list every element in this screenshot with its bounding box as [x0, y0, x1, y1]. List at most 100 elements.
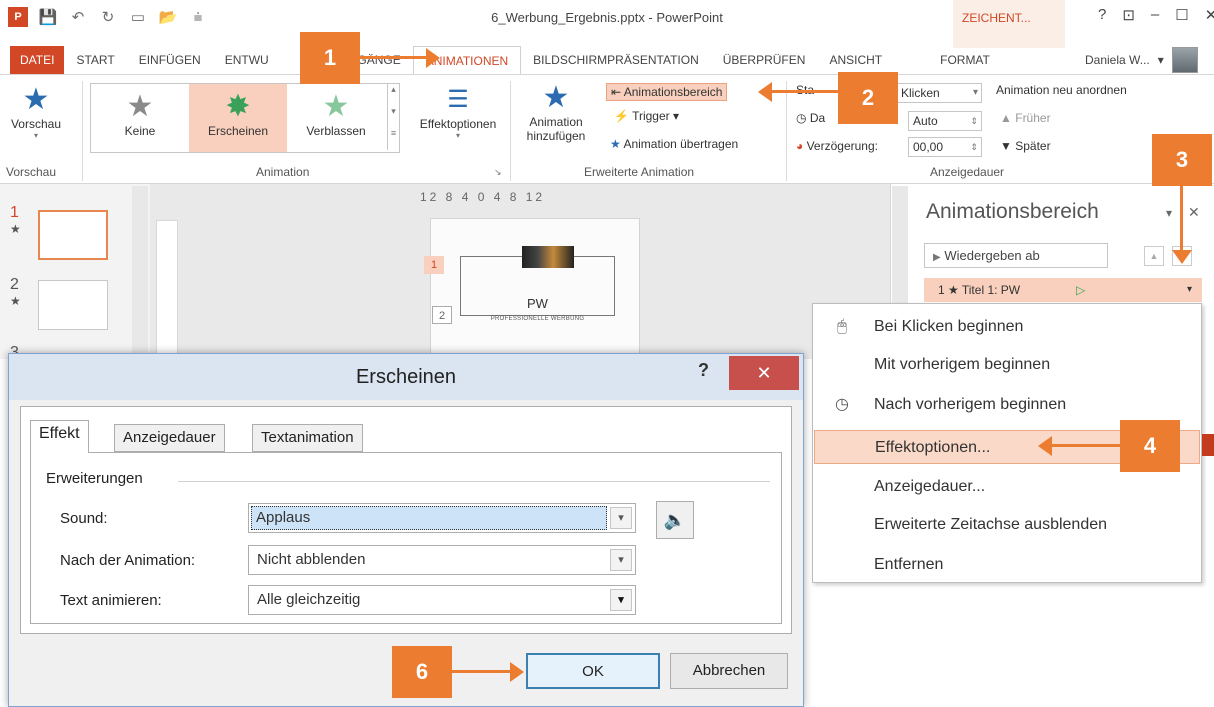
callout-arrow-2 [772, 90, 838, 93]
dialog-launcher-icon[interactable]: ↘ [494, 167, 502, 178]
play-icon: ▶ [933, 252, 941, 263]
slides-scrollbar[interactable] [132, 186, 148, 359]
tab-bildschirmpraesentation[interactable]: BILDSCHIRMPRÄSENTATION [521, 46, 711, 74]
horizontal-ruler: 12 8 4 0 4 8 12 [420, 190, 546, 204]
animation-list-item[interactable]: 1 ★ Titel 1: PW ▷ ▾ [924, 278, 1202, 302]
avatar [1171, 47, 1198, 73]
chevron-down-icon[interactable]: ▾ [610, 549, 632, 571]
dialog-help-button[interactable]: ? [698, 360, 709, 381]
menu-item-entfernen[interactable]: Entfernen [814, 548, 1200, 582]
after-animation-value: Nicht abblenden [257, 551, 366, 568]
verzoegerung-row: ◕ Verzögerung: [796, 139, 878, 153]
gallery-item-keine[interactable]: ★ Keine [91, 84, 189, 152]
animation-uebertragen-button[interactable]: ★ Animation übertragen [610, 137, 738, 151]
wiedergeben-ab-button[interactable]: ▶ Wiedergeben ab [924, 243, 1108, 268]
menu-item-zeitachse[interactable]: Erweiterte Zeitachse ausblenden [814, 508, 1200, 542]
gallery-more[interactable]: ≡ [387, 128, 399, 150]
ok-button[interactable]: OK [526, 653, 660, 689]
chevron-down-icon[interactable]: ▾ [610, 507, 632, 529]
callout-badge-4: 4 [1120, 420, 1180, 472]
wiedergeben-label: Wiedergeben ab [944, 248, 1040, 263]
gallery-label: Erscheinen [207, 124, 269, 138]
lightning-icon: ⚡ [614, 109, 629, 123]
pane-options-icon[interactable]: ▾ [1166, 206, 1172, 220]
chevron-down-icon[interactable]: ▾ [610, 589, 632, 611]
spinner-icon[interactable]: ⇕ [970, 138, 981, 156]
arrow-head-icon [426, 48, 440, 68]
user-account[interactable]: Daniela W... ▾ [1085, 46, 1198, 74]
menu-item-bei-klicken[interactable]: 🖱 Bei Klicken beginnen [814, 310, 1200, 344]
slide-thumbnail-2[interactable] [38, 280, 108, 330]
dauer-field[interactable]: Auto ⇕ [908, 111, 982, 131]
cancel-button[interactable]: Abbrechen [670, 653, 788, 689]
spinner-icon[interactable]: ⇕ [970, 112, 981, 130]
dialog-tab-anzeigedauer[interactable]: Anzeigedauer [114, 424, 225, 452]
star-icon: ★ [10, 294, 21, 308]
speaker-icon[interactable]: 🔈 [656, 501, 694, 539]
tab-entwurf[interactable]: ENTWU [213, 46, 281, 74]
sound-select[interactable]: Applaus ▾ [248, 503, 636, 533]
animation-tag-2[interactable]: 2 [432, 306, 452, 324]
animation-pane-title: Animationsbereich [926, 200, 1099, 223]
gallery-item-erscheinen[interactable]: ✸ Erscheinen [189, 84, 287, 152]
after-animation-label: Nach der Animation: [60, 552, 196, 569]
delay-clock-icon: ◕ [796, 139, 804, 153]
callout-badge-3: 3 [1152, 134, 1212, 186]
menu-item-mit-vorherigem[interactable]: Mit vorherigem beginnen [814, 348, 1200, 382]
clock-icon: ◷ [835, 396, 849, 413]
chevron-down-icon[interactable]: ▾ [1187, 278, 1192, 302]
slide-thumbnail-1[interactable] [38, 210, 108, 260]
user-name: Daniela W... [1085, 53, 1150, 67]
animation-hinzufuegen-button[interactable]: ★ Animation hinzufügen [514, 81, 598, 143]
move-up-icon[interactable]: ▲ [1144, 246, 1164, 266]
clock-icon: ◷ [796, 111, 807, 125]
ribbon: ★ Vorschau ▾ Vorschau ★ Keine ✸ Erschein… [0, 74, 1214, 184]
help-button[interactable]: ? [1098, 6, 1106, 24]
logo-image[interactable] [522, 246, 574, 268]
effektoptionen-button[interactable]: ☰ Effektoptionen ▾ [408, 83, 508, 140]
close-pane-icon[interactable]: ✕ [1188, 204, 1200, 221]
frueher-button[interactable]: ▲ Früher [1000, 111, 1051, 125]
tab-start[interactable]: START [64, 46, 126, 74]
verzoegerung-field[interactable]: 00,00 ⇕ [908, 137, 982, 157]
chevron-down-icon: ▾ [673, 109, 680, 123]
tab-format[interactable]: FORMAT [894, 46, 1002, 74]
group-label-animation: Animation [256, 165, 310, 179]
gallery-label: Keine [124, 124, 156, 138]
ribbon-display-button[interactable]: ⊡ [1122, 6, 1135, 24]
menu-item-nach-vorherigem[interactable]: ◷ Nach vorherigem beginnen [814, 388, 1200, 422]
animation-pane-icon: ⇤ [611, 85, 622, 99]
context-group-label: ZEICHENT... [962, 11, 1031, 25]
menu-label: Nach vorherigem beginnen [874, 396, 1067, 413]
vorschau-button[interactable]: ★ Vorschau ▾ [6, 83, 66, 140]
star-icon: ★ [322, 90, 350, 123]
spaeter-button[interactable]: ▼ Später [1000, 139, 1051, 153]
text-animate-select[interactable]: Alle gleichzeitig ▾ [248, 585, 636, 615]
menu-label: Mit vorherigem beginnen [874, 356, 1051, 373]
menu-label: Effektoptionen... [875, 439, 991, 456]
dialog-tab-textanimation[interactable]: Textanimation [252, 424, 363, 452]
minimize-button[interactable]: – [1151, 6, 1159, 24]
maximize-button[interactable]: ☐ [1175, 6, 1188, 24]
dialog-close-button[interactable]: ✕ [729, 356, 799, 390]
gallery-scroll-up[interactable]: ▴ [387, 84, 399, 106]
triangle-down-icon: ▼ [1000, 139, 1012, 153]
chevron-down-icon: ▾ [972, 87, 978, 98]
dialog-tab-effekt[interactable]: Effekt [30, 420, 89, 453]
tab-datei[interactable]: DATEI [10, 46, 65, 74]
start-select[interactable]: n Klicken ▾ [886, 83, 982, 103]
tab-ansicht[interactable]: ANSICHT [817, 46, 894, 74]
menu-label: Erweiterte Zeitachse ausblenden [874, 516, 1108, 533]
animationsbereich-button[interactable]: ⇤ Animationsbereich [606, 83, 728, 101]
vorschau-label: Vorschau [10, 117, 62, 131]
tab-ueberpruefen[interactable]: ÜBERPRÜFEN [711, 46, 818, 74]
menu-item-anzeigedauer[interactable]: Anzeigedauer... [814, 470, 1200, 504]
group-divider [178, 481, 770, 482]
after-animation-select[interactable]: Nicht abblenden ▾ [248, 545, 636, 575]
close-window-button[interactable]: ✕ [1205, 6, 1214, 24]
tab-einfuegen[interactable]: EINFÜGEN [127, 46, 213, 74]
gallery-item-verblassen[interactable]: ★ Verblassen [287, 84, 385, 152]
trigger-button[interactable]: ⚡ Trigger ▾ [614, 109, 679, 123]
gallery-scroll-down[interactable]: ▾ [387, 106, 399, 128]
animation-tag-1[interactable]: 1 [424, 256, 444, 274]
